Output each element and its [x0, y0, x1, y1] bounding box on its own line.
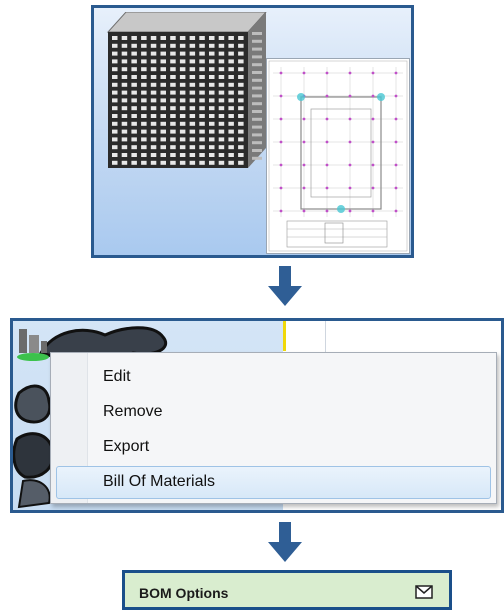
menu-item-remove[interactable]: Remove: [103, 402, 163, 422]
menu-item-edit[interactable]: Edit: [103, 367, 131, 387]
menu-item-bill-of-materials[interactable]: Bill Of Materials: [103, 472, 215, 492]
envelope-icon[interactable]: [415, 585, 433, 599]
down-arrow-icon: [268, 266, 302, 306]
down-arrow-icon: [268, 522, 302, 562]
floor-plan-drawing: [266, 58, 410, 254]
context-menu: Edit Remove Export Bill Of Materials: [50, 352, 497, 504]
building-3d-icon: [106, 12, 267, 168]
menu-item-export[interactable]: Export: [103, 437, 149, 457]
context-menu-panel: Edit Remove Export Bill Of Materials: [10, 318, 504, 513]
bom-options-title: BOM Options: [139, 585, 229, 601]
map-splitter[interactable]: [283, 321, 286, 351]
bom-options-dialog: BOM Options: [122, 570, 452, 610]
building-preview-panel: [91, 5, 414, 258]
